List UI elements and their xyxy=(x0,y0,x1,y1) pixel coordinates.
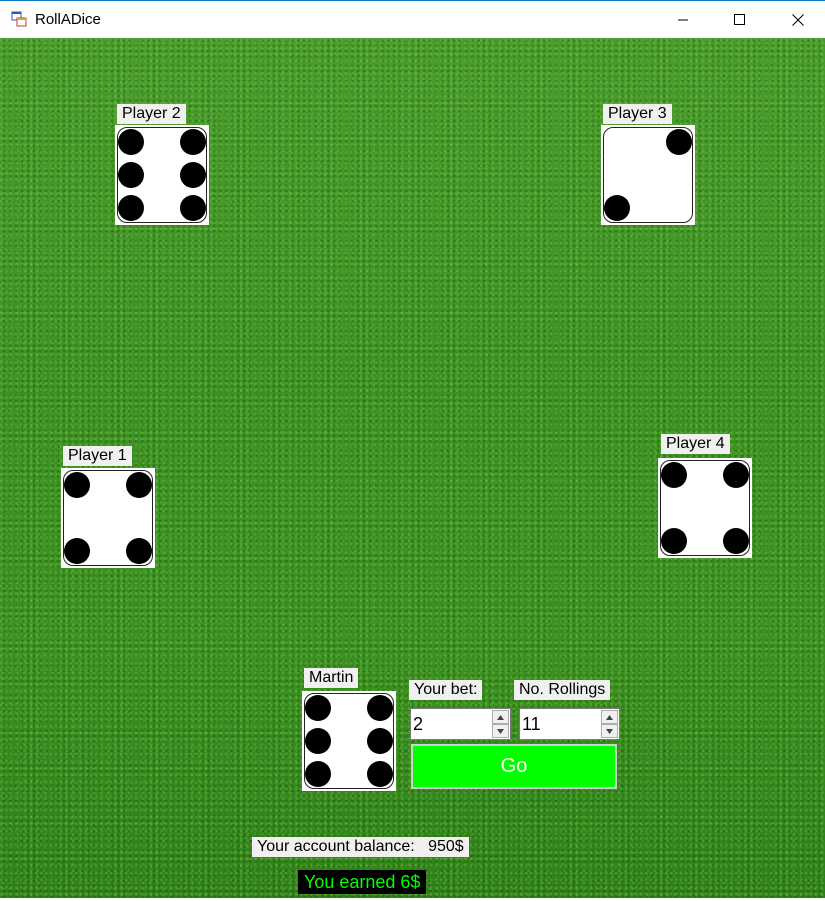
bet-stepper[interactable]: 2 xyxy=(410,708,511,740)
rollings-label: No. Rollings xyxy=(514,680,611,700)
player-label-4: Player 4 xyxy=(661,434,730,454)
die-pip xyxy=(118,195,144,221)
die-pip xyxy=(305,761,331,787)
window-title: RollADice xyxy=(35,11,101,28)
player-label-3: Player 3 xyxy=(603,104,672,124)
die-pip xyxy=(723,528,749,554)
die-player-human xyxy=(302,691,396,791)
maximize-button[interactable] xyxy=(711,1,769,38)
die-pip xyxy=(64,472,90,498)
die-pip xyxy=(180,162,206,188)
arrow-up-icon xyxy=(606,714,613,720)
bet-value: 2 xyxy=(413,714,424,734)
die-pip xyxy=(118,129,144,155)
title-bar: RollADice xyxy=(0,0,825,38)
balance-value: 950$ xyxy=(428,838,464,855)
arrow-down-icon xyxy=(606,728,613,734)
die-pip xyxy=(666,129,692,155)
die-pip xyxy=(367,695,393,721)
minimize-icon xyxy=(678,19,688,20)
rollings-increment-button[interactable] xyxy=(601,710,618,724)
die-pip xyxy=(126,538,152,564)
bet-stepper-buttons xyxy=(492,710,509,738)
rollings-decrement-button[interactable] xyxy=(601,724,618,738)
bet-label: Your bet: xyxy=(409,680,483,700)
player-label-human: Martin xyxy=(304,668,359,688)
die-pip xyxy=(64,538,90,564)
die-player-2 xyxy=(115,125,209,225)
die-pip xyxy=(661,462,687,488)
die-player-3 xyxy=(601,125,695,225)
die-pip xyxy=(305,695,331,721)
arrow-down-icon xyxy=(497,728,504,734)
die-pip xyxy=(723,462,749,488)
bet-decrement-button[interactable] xyxy=(492,724,509,738)
balance-label: Your account balance: xyxy=(257,838,415,855)
minimize-button[interactable] xyxy=(654,1,712,38)
rollings-value: 11 xyxy=(522,714,541,734)
die-player-1 xyxy=(61,468,155,568)
die-pip xyxy=(661,528,687,554)
bet-increment-button[interactable] xyxy=(492,710,509,724)
die-pip xyxy=(180,195,206,221)
go-button[interactable]: Go xyxy=(411,744,617,789)
earned-message: You earned 6$ xyxy=(298,870,427,894)
die-player-4 xyxy=(658,458,752,558)
close-button[interactable] xyxy=(769,1,825,38)
close-icon xyxy=(792,13,804,26)
die-pip xyxy=(118,162,144,188)
rollings-stepper[interactable]: 11 xyxy=(519,708,620,740)
account-balance: Your account balance: 950$ xyxy=(252,837,469,857)
dice-table: Player 2 Player 3 Player 1 Player 4 Mart… xyxy=(0,38,825,901)
rollings-stepper-buttons xyxy=(601,710,618,738)
die-pip xyxy=(367,728,393,754)
die-pip xyxy=(180,129,206,155)
maximize-icon xyxy=(734,13,745,25)
die-pip xyxy=(126,472,152,498)
die-pip xyxy=(604,195,630,221)
arrow-up-icon xyxy=(497,714,504,720)
app-window-icon xyxy=(11,11,27,27)
die-pip xyxy=(367,761,393,787)
player-label-2: Player 2 xyxy=(117,104,186,124)
die-pip xyxy=(305,728,331,754)
player-label-1: Player 1 xyxy=(63,446,132,466)
